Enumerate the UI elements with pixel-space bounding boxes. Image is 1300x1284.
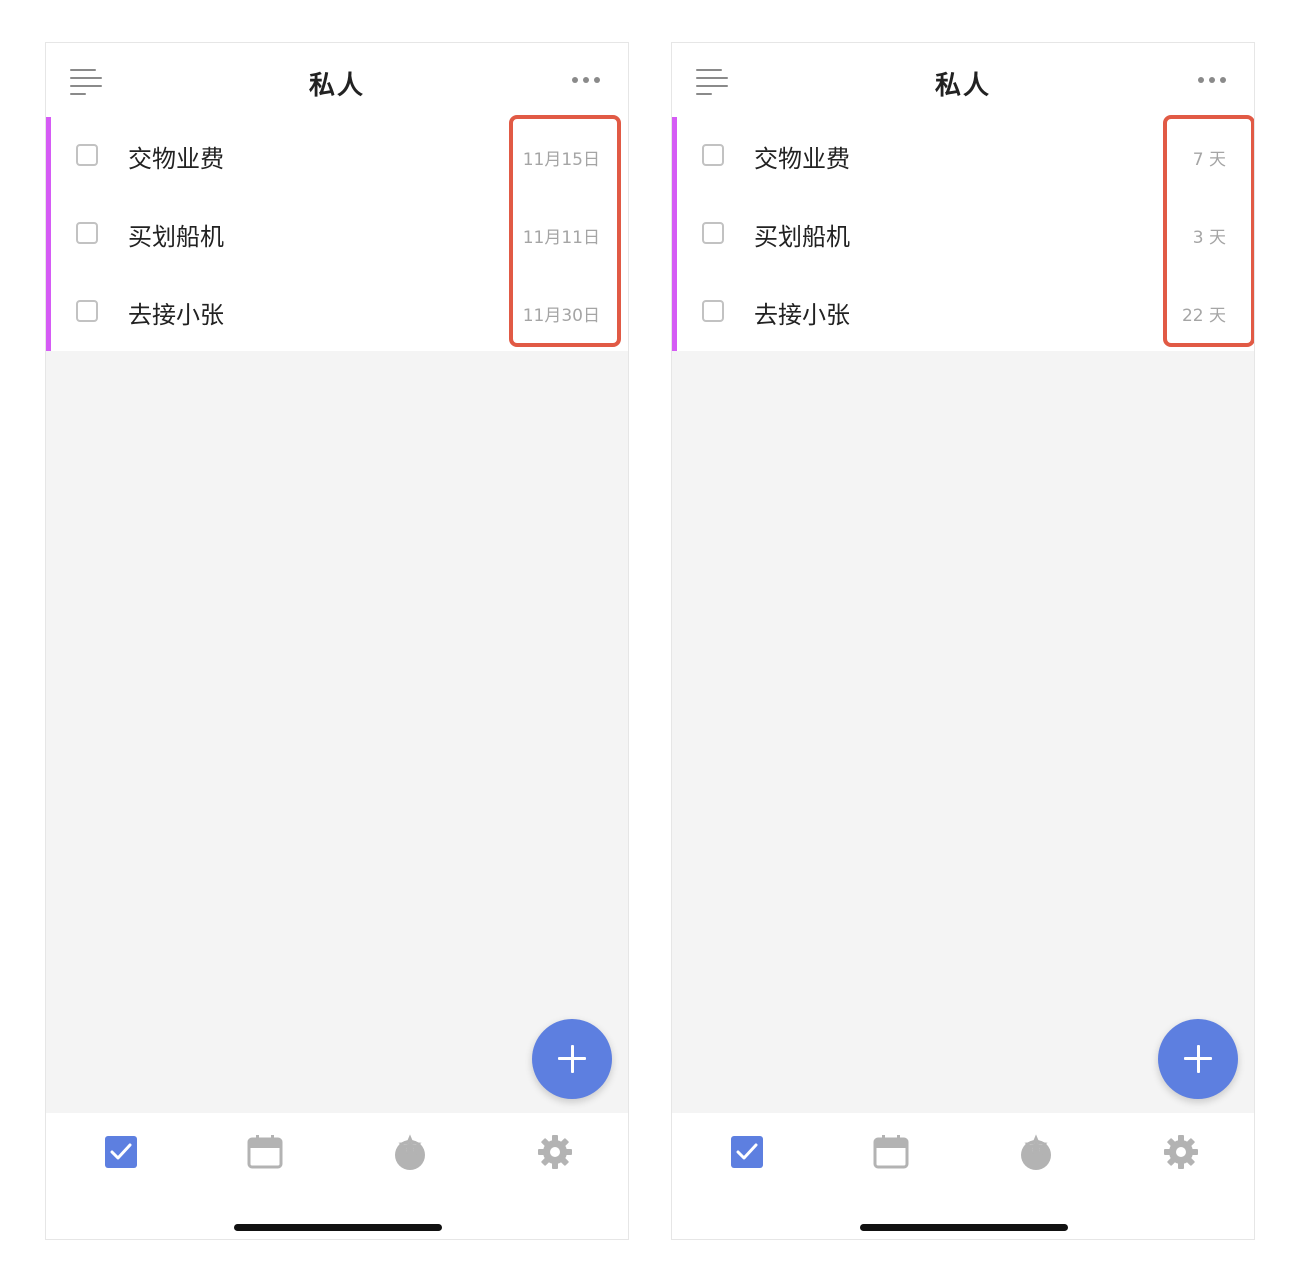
phone-screen-right: 私人 交物业费 7 天 买划船机 3 天 去接小张 22 天 [671,42,1255,1240]
add-task-button[interactable] [532,1019,612,1099]
home-indicator [860,1224,1068,1231]
gear-icon[interactable] [1162,1133,1200,1171]
task-name: 去接小张 [754,301,850,329]
tab-bar [672,1113,1254,1239]
task-checkbox[interactable] [76,300,98,322]
task-name: 买划船机 [128,223,224,251]
tab-bar [46,1113,628,1239]
task-checkbox[interactable] [702,300,724,322]
calendar-icon[interactable] [246,1133,284,1171]
tomato-icon[interactable] [391,1133,429,1171]
task-checkbox[interactable] [702,144,724,166]
more-dots-icon[interactable] [1198,77,1228,85]
gear-icon[interactable] [536,1133,574,1171]
check-icon[interactable] [102,1133,140,1171]
phone-screen-left: 私人 交物业费 11月15日 买划船机 11月11日 去接小张 11月30日 [45,42,629,1240]
tomato-icon[interactable] [1017,1133,1055,1171]
task-checkbox[interactable] [702,222,724,244]
calendar-icon[interactable] [872,1133,910,1171]
task-checkbox[interactable] [76,144,98,166]
page-title: 私人 [934,71,991,101]
due-column-highlight [509,115,621,347]
more-dots-icon[interactable] [572,77,602,85]
task-name: 买划船机 [754,223,850,251]
home-indicator [234,1224,442,1231]
header: 私人 [46,43,628,117]
task-name: 交物业费 [754,145,850,173]
add-task-button[interactable] [1158,1019,1238,1099]
page-title: 私人 [308,71,365,101]
task-name: 交物业费 [128,145,224,173]
task-name: 去接小张 [128,301,224,329]
header: 私人 [672,43,1254,117]
check-icon[interactable] [728,1133,766,1171]
due-column-highlight [1163,115,1254,347]
task-checkbox[interactable] [76,222,98,244]
